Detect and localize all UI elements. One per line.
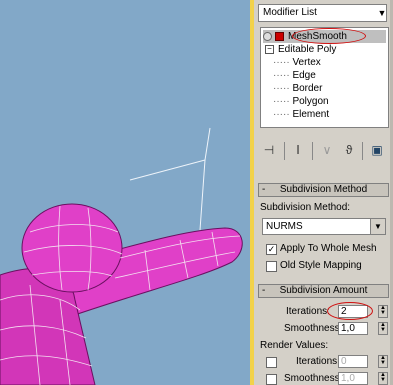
render-values-label: Render Values: [260, 340, 329, 351]
render-smoothness-label: Smoothness: [284, 373, 343, 384]
toolbar-separator [284, 142, 285, 160]
subdivision-method-label: Subdivision Method: [260, 202, 351, 213]
smoothness-spinner[interactable]: 1,0 [338, 322, 368, 335]
render-smoothness-spinner[interactable]: 1,0 [338, 372, 368, 385]
modifier-list-label: Modifier List [263, 7, 317, 18]
iterations-spinner-arrows[interactable]: ▲ ▼ [378, 305, 388, 318]
render-smoothness-spinner-arrows[interactable]: ▲ ▼ [378, 372, 388, 385]
select-value: NURMS [266, 221, 303, 232]
stack-item-label: Editable Poly [278, 44, 337, 55]
stack-item-meshsmooth[interactable]: MeshSmooth [263, 30, 386, 43]
toolbar-separator [312, 142, 313, 160]
stack-item-polygon[interactable]: ····· Polygon [273, 95, 329, 108]
render-iterations-spinner-arrows[interactable]: ▲ ▼ [378, 355, 388, 368]
render-iterations-spinner[interactable]: 0 [338, 355, 368, 368]
stack-item-element[interactable]: ····· Element [273, 108, 329, 121]
modifier-stack: MeshSmooth − Editable Poly ····· Vertex ·… [260, 27, 389, 128]
modifier-icon [275, 31, 284, 41]
chevron-down-icon: ▼ [377, 8, 387, 18]
bulb-icon[interactable] [263, 31, 272, 41]
stack-item-label: Vertex [292, 57, 321, 68]
stack-item-vertex[interactable]: ····· Vertex [273, 56, 321, 69]
rollout-title: Subdivision Amount [279, 285, 368, 296]
highlight-ring [327, 302, 373, 320]
render-smoothness-checkbox[interactable] [266, 374, 277, 385]
stack-item-label: MeshSmooth [288, 31, 347, 42]
stack-item-label: Border [292, 83, 323, 94]
tree-line-icon: ····· [273, 70, 293, 81]
render-iterations-label: Iterations: [296, 356, 340, 367]
tree-line-icon: ····· [273, 83, 293, 94]
stack-toolbar: ⊣ Ⅰ ∨ ϑ ▣ [258, 137, 391, 165]
mesh-scene [0, 127, 243, 385]
old-style-mapping-label: Old Style Mapping [280, 260, 362, 271]
smoothness-spinner-arrows[interactable]: ▲ ▼ [378, 322, 388, 335]
show-end-result-icon[interactable]: Ⅰ [289, 141, 307, 159]
make-unique-icon[interactable]: ∨ [318, 141, 336, 159]
chevron-down-icon: ▼ [370, 219, 385, 234]
stack-item-border[interactable]: ····· Border [273, 82, 322, 95]
subdivision-method-select[interactable]: NURMS ▼ [262, 218, 386, 235]
old-style-mapping-checkbox[interactable] [266, 261, 277, 272]
command-panel: Modifier List ▼ MeshSmooth − Editable Pol… [254, 0, 393, 385]
smoothness-label: Smoothness: [284, 323, 343, 334]
render-iterations-checkbox[interactable] [266, 357, 277, 368]
rollout-subdivision-amount[interactable]: - Subdivision Amount [258, 284, 389, 298]
tree-line-icon: ····· [273, 109, 293, 120]
tree-line-icon: ····· [273, 57, 293, 68]
toolbar-separator [362, 142, 363, 160]
stack-item-editable-poly[interactable]: − Editable Poly [265, 43, 336, 56]
collapse-icon[interactable]: − [265, 44, 274, 54]
tree-line-icon: ····· [273, 96, 293, 107]
rollout-title: Subdivision Method [279, 184, 368, 195]
apply-whole-mesh-checkbox[interactable]: ✓ [266, 244, 277, 255]
viewport[interactable] [0, 0, 250, 385]
iterations-label: Iterations: [286, 306, 330, 317]
stack-item-label: Polygon [292, 96, 329, 107]
stack-item-edge[interactable]: ····· Edge [273, 69, 316, 82]
stack-item-label: Edge [292, 70, 316, 81]
stack-item-label: Element [292, 109, 330, 120]
rollout-subdivision-method[interactable]: - Subdivision Method [258, 183, 389, 197]
pin-stack-icon[interactable]: ⊣ [260, 141, 278, 159]
apply-whole-mesh-label: Apply To Whole Mesh [280, 243, 377, 254]
modifier-list-dropdown[interactable]: Modifier List ▼ [258, 4, 387, 22]
remove-modifier-icon[interactable]: ϑ [340, 141, 358, 159]
configure-sets-icon[interactable]: ▣ [368, 141, 386, 159]
